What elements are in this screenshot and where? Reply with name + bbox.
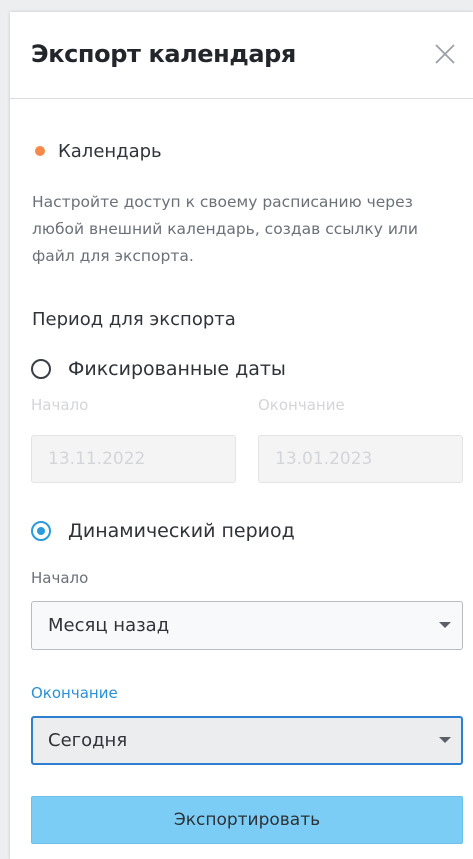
dialog-header: Экспорт календаря	[10, 12, 473, 99]
radio-checked-icon[interactable]	[31, 521, 51, 541]
calendar-row: Календарь	[35, 139, 162, 163]
fixed-end-date-input: 13.01.2023	[258, 435, 463, 483]
fixed-dates-radio-option[interactable]: Фиксированные даты	[31, 358, 286, 380]
radio-unchecked-icon[interactable]	[31, 359, 51, 379]
dynamic-period-radio-option[interactable]: Динамический период	[31, 520, 295, 542]
fixed-end-label: Окончание	[258, 396, 345, 414]
fixed-start-date-input: 13.11.2022	[31, 435, 236, 483]
fixed-start-label: Начало	[31, 396, 89, 414]
calendar-color-dot-icon	[35, 146, 45, 156]
dynamic-start-label: Начало	[31, 569, 89, 587]
dynamic-end-label: Окончание	[31, 684, 118, 702]
export-button[interactable]: Экспортировать	[31, 796, 463, 844]
description-text: Настройте доступ к своему расписанию чер…	[32, 193, 418, 265]
chevron-down-icon	[439, 737, 451, 743]
export-calendar-dialog: Экспорт календаря Календарь Настройте до…	[10, 12, 473, 859]
dynamic-start-select[interactable]: Месяц назад	[31, 601, 463, 650]
dynamic-start-value: Месяц назад	[48, 615, 170, 636]
calendar-name: Календарь	[58, 140, 162, 162]
dialog-title: Экспорт календаря	[31, 40, 296, 68]
chevron-down-icon	[439, 622, 451, 628]
dynamic-end-value: Сегодня	[48, 730, 128, 751]
close-icon[interactable]	[431, 40, 459, 68]
dynamic-end-select[interactable]: Сегодня	[31, 716, 463, 765]
dynamic-period-label: Динамический период	[68, 520, 295, 542]
period-section-label: Период для экспорта	[32, 309, 236, 330]
fixed-dates-label: Фиксированные даты	[68, 358, 286, 380]
